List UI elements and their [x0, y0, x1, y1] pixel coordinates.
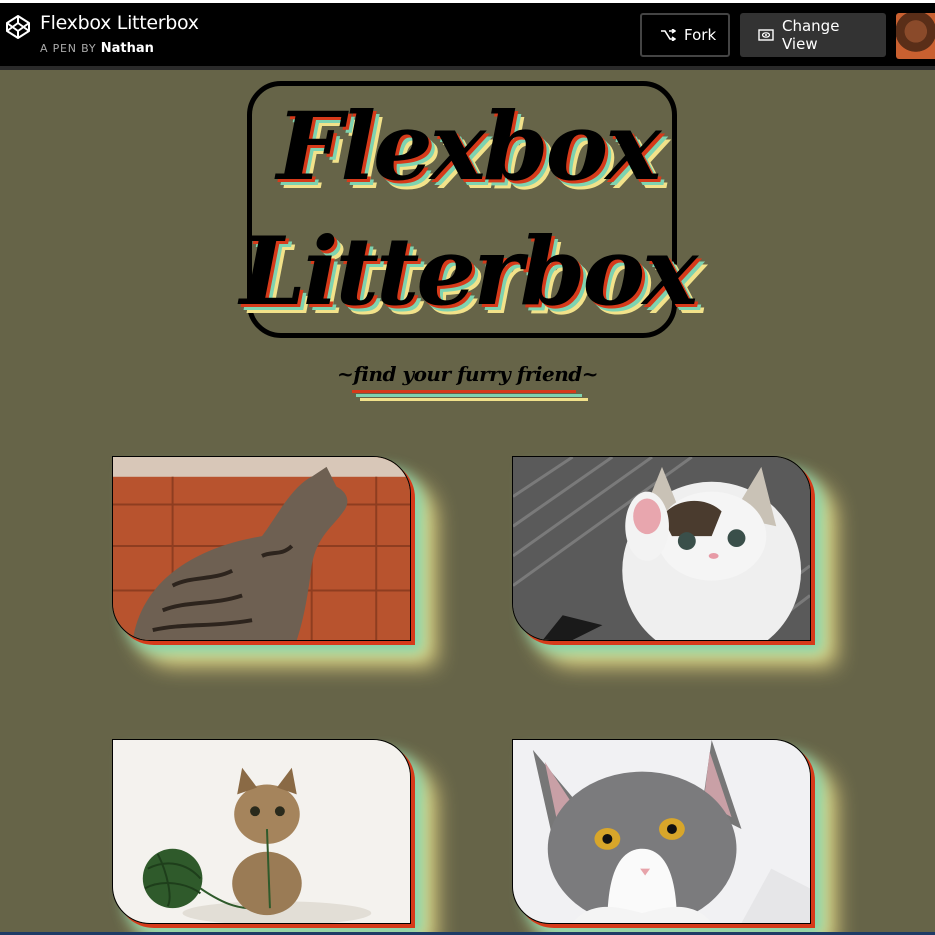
fork-icon [661, 29, 676, 41]
subtitle-underline-yellow [360, 398, 588, 401]
user-avatar[interactable] [896, 13, 935, 59]
pen-author-line: A PEN BY Nathan [40, 41, 154, 56]
page-title-line-2: Litterbox [239, 217, 698, 327]
change-view-label: Change View [782, 17, 840, 53]
page-title-line-1: Flexbox [276, 92, 662, 202]
codepen-header: Flexbox Litterbox A PEN BY Nathan Fork C… [0, 0, 935, 70]
cat-photo-yarn-kitten [113, 740, 410, 923]
subtitle-underline-red [352, 390, 576, 393]
cat-card-tabby[interactable] [112, 456, 411, 641]
pen-by-prefix: A PEN BY [40, 42, 97, 55]
fork-button[interactable]: Fork [640, 13, 730, 57]
cat-card-waving-kitten[interactable] [512, 456, 811, 641]
eye-icon [758, 29, 774, 41]
pen-author-link[interactable]: Nathan [101, 41, 154, 56]
pen-title: Flexbox Litterbox [40, 12, 199, 34]
change-view-button[interactable]: Change View [740, 13, 886, 57]
cat-photo-grey-cat [513, 740, 810, 923]
subtitle-underline-teal [356, 394, 582, 397]
cat-photo-tabby [113, 457, 410, 640]
page-subtitle: ~find your furry friend~ [337, 362, 599, 386]
cat-card-grey-cat[interactable] [512, 739, 811, 924]
cat-photo-waving-kitten [513, 457, 810, 640]
fork-label: Fork [684, 26, 717, 44]
cat-card-yarn-kitten[interactable] [112, 739, 411, 924]
codepen-logo-icon[interactable] [4, 13, 32, 41]
